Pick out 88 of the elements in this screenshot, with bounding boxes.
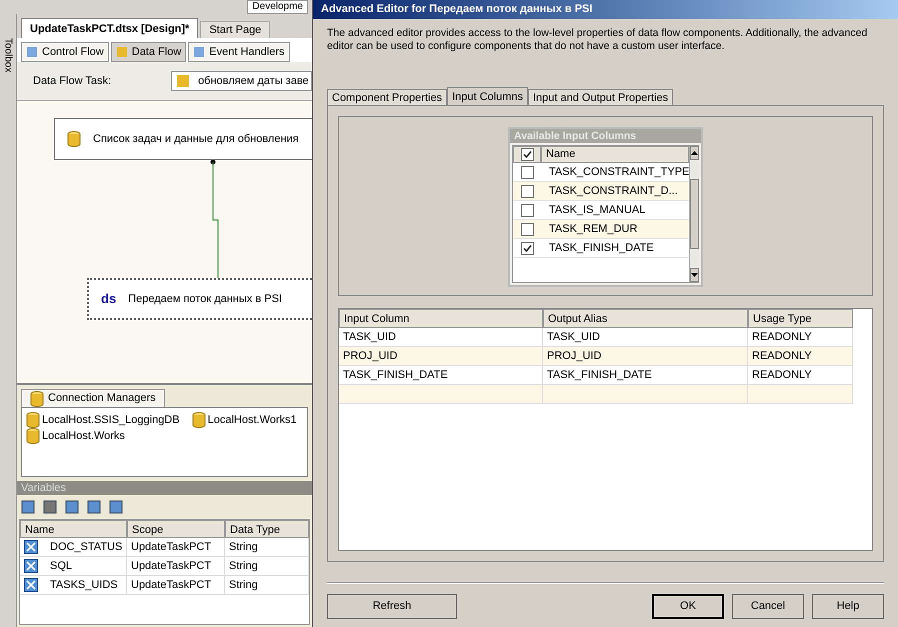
- tab-icon: [193, 46, 206, 58]
- tab-icon: [116, 46, 128, 58]
- cell-text: UpdateTaskPCT: [131, 540, 212, 555]
- cell-text: DOC_STATUS: [50, 540, 122, 555]
- table-cell: TASK_FINISH_DATE: [339, 366, 543, 385]
- variables-title: Variables: [17, 481, 312, 495]
- editor-tab[interactable]: Input Columns: [447, 87, 528, 105]
- component-node[interactable]: ds Передаем поток данных в PSI: [87, 278, 312, 320]
- connection-item[interactable]: LocalHost.Works: [26, 428, 125, 444]
- checkbox[interactable]: [520, 148, 534, 161]
- task-label: Data Flow Task:: [33, 74, 112, 89]
- toolbar-icon[interactable]: [87, 500, 101, 514]
- designer-tab[interactable]: Event Handlers: [188, 42, 290, 62]
- dialog-button[interactable]: Cancel: [732, 594, 804, 619]
- connection-icon: [26, 428, 40, 444]
- cell-text: String: [229, 558, 258, 574]
- column-name: TASK_REM_DUR: [548, 222, 638, 237]
- column-header[interactable]: Data Type: [225, 520, 309, 538]
- connection-icon: [30, 390, 44, 406]
- toolbox-label[interactable]: Toolbox: [0, 38, 16, 627]
- column-header[interactable]: Output Alias: [543, 309, 748, 328]
- variable-icon: [24, 578, 38, 592]
- destination-label: ds: [101, 290, 116, 308]
- select-all-header[interactable]: [513, 146, 541, 163]
- dialog-button[interactable]: Help: [812, 594, 884, 619]
- table-cell: TASK_FINISH_DATE: [543, 366, 748, 385]
- toolbox-strip[interactable]: Toolbox: [0, 14, 17, 627]
- cell-text: String: [229, 578, 258, 593]
- node-label: Передаем поток данных в PSI: [128, 292, 282, 307]
- dialog-button[interactable]: Refresh: [327, 594, 457, 619]
- scroll-up-icon[interactable]: [690, 146, 700, 160]
- connection-managers-tab[interactable]: Connection Managers: [21, 389, 165, 407]
- tab-icon: [26, 46, 38, 58]
- column-name: TASK_FINISH_DATE: [548, 241, 655, 256]
- cell-text: UpdateTaskPCT: [131, 578, 212, 593]
- source-icon: [67, 131, 81, 147]
- column-header[interactable]: Usage Type: [748, 309, 853, 328]
- dialog-button[interactable]: OK: [652, 594, 724, 619]
- checkbox[interactable]: [520, 166, 534, 178]
- scrollbar[interactable]: [689, 146, 700, 282]
- table-cell: READONLY: [748, 328, 853, 347]
- table-cell: TASK_UID: [543, 328, 748, 347]
- column-name: TASK_CONSTRAINT_TYPE: [548, 165, 690, 180]
- scroll-down-icon[interactable]: [690, 268, 700, 282]
- table-cell: READONLY: [748, 366, 853, 385]
- data-flow-icon: [176, 74, 190, 88]
- scroll-thumb[interactable]: [690, 179, 700, 249]
- editor-tab[interactable]: Input and Output Properties: [528, 89, 674, 105]
- checkbox[interactable]: [520, 242, 534, 254]
- node-label: Список задач и данные для обновления: [93, 132, 299, 147]
- editor-tab[interactable]: Component Properties: [327, 89, 448, 105]
- cell-text: SQL: [50, 558, 72, 574]
- component-node[interactable]: Список задач и данные для обновления: [54, 118, 312, 160]
- toolbar-icon[interactable]: [65, 500, 79, 514]
- table-cell: TASK_UID: [339, 328, 543, 347]
- cell-text: UpdateTaskPCT: [131, 558, 212, 574]
- column-name: TASK_CONSTRAINT_D...: [548, 184, 679, 199]
- toolbar-icon[interactable]: [109, 500, 123, 514]
- table-cell: READONLY: [748, 347, 853, 366]
- column-header[interactable]: Scope: [127, 520, 225, 538]
- connection-item[interactable]: LocalHost.Works1: [192, 412, 297, 428]
- checkbox[interactable]: [520, 222, 534, 236]
- column-header[interactable]: Name: [20, 520, 127, 538]
- task-dropdown[interactable]: обновляем даты заве: [171, 71, 312, 91]
- checkbox[interactable]: [520, 184, 534, 198]
- column-name: TASK_IS_MANUAL: [548, 203, 646, 218]
- document-tab[interactable]: UpdateTaskPCT.dtsx [Design]*: [21, 18, 198, 38]
- connection-icon: [192, 412, 206, 428]
- toolbar-icon[interactable]: [43, 500, 57, 514]
- table-cell: PROJ_UID: [543, 347, 748, 366]
- dialog-title: Advanced Editor for Передаем поток данных в PSI: [321, 2, 592, 18]
- column-header[interactable]: Input Column: [339, 309, 543, 328]
- designer-tab[interactable]: Control Flow: [21, 42, 109, 62]
- configuration-dropdown[interactable]: Developme: [247, 0, 308, 14]
- variable-icon: [24, 540, 38, 554]
- connection-icon: [26, 412, 40, 428]
- cell-text: String: [229, 540, 258, 555]
- table-cell: PROJ_UID: [339, 347, 543, 366]
- list-title: Available Input Columns: [510, 129, 701, 143]
- document-tab[interactable]: Start Page: [200, 21, 270, 38]
- cell-text: TASKS_UIDS: [50, 578, 118, 593]
- variable-icon: [24, 559, 38, 573]
- toolbar-icon[interactable]: [21, 500, 35, 514]
- column-header[interactable]: Name: [541, 146, 690, 163]
- dialog-description: The advanced editor provides access to the low-level properties of data flow components. Additionally, the advanced editor can be used to configure components that do not have a custom user interface.: [326, 26, 868, 54]
- checkbox[interactable]: [520, 204, 534, 216]
- designer-tab[interactable]: Data Flow: [110, 42, 186, 62]
- connection-item[interactable]: LocalHost.SSIS_LoggingDB: [26, 412, 180, 428]
